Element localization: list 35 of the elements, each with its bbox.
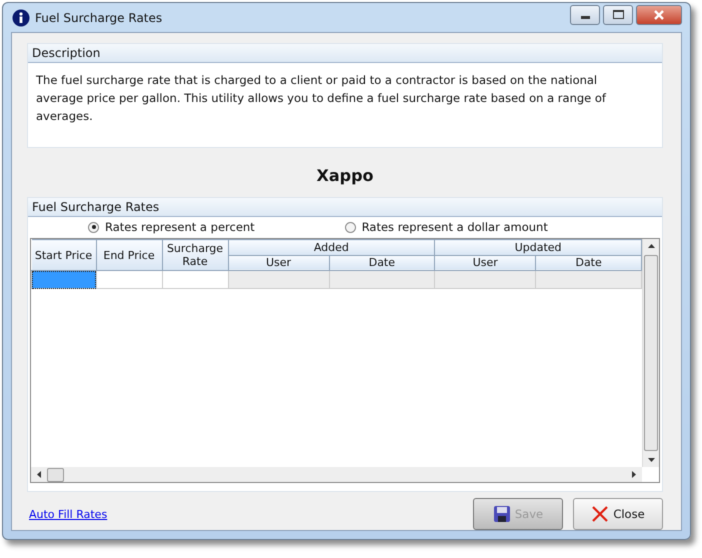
scroll-down-icon[interactable]	[648, 458, 654, 462]
info-icon	[12, 8, 30, 26]
auto-fill-link[interactable]: Auto Fill Rates	[29, 508, 108, 520]
column-header[interactable]: User	[434, 255, 536, 270]
column-header[interactable]: Updated	[434, 240, 642, 255]
scroll-up-icon[interactable]	[648, 244, 654, 248]
close-window-button[interactable]	[636, 4, 682, 24]
panel-header: Description	[28, 44, 662, 63]
column-header[interactable]: Date	[536, 255, 642, 270]
scroll-thumb[interactable]	[644, 255, 658, 451]
column-header[interactable]: Date	[329, 255, 435, 270]
x-icon	[591, 505, 610, 523]
table-cell[interactable]	[162, 270, 228, 288]
table-cell[interactable]	[96, 270, 162, 288]
scroll-left-icon[interactable]	[37, 471, 41, 478]
panel-header: Fuel Surcharge Rates	[28, 198, 662, 217]
column-header[interactable]: Added	[228, 240, 435, 255]
close-button[interactable]: Close	[573, 498, 663, 530]
minimize-button[interactable]	[570, 4, 600, 24]
radio-option[interactable]: Rates represent a dollar amount	[344, 220, 548, 234]
description-text: The fuel surcharge rate that is charged to a client or paid to a contractor is based on the national average price per gallon. This utility allows you to define a fuel surcharge rate based on a range of averages.	[35, 72, 608, 125]
table-cell[interactable]	[32, 270, 96, 288]
column-header[interactable]: User	[228, 255, 329, 270]
vertical-scrollbar[interactable]	[642, 239, 659, 467]
column-header[interactable]: Start Price	[32, 240, 96, 270]
column-header[interactable]: Surcharge Rate	[162, 240, 228, 270]
close-icon	[653, 10, 665, 20]
horizontal-scrollbar[interactable]	[31, 467, 642, 482]
window-title: Fuel Surcharge Rates	[35, 10, 162, 24]
company-name: Xappo	[315, 165, 375, 187]
column-header[interactable]: End Price	[96, 240, 162, 270]
maximize-button[interactable]	[603, 4, 633, 24]
radio-option[interactable]: Rates represent a percent	[88, 220, 255, 234]
scroll-thumb[interactable]	[47, 468, 64, 482]
scroll-right-icon[interactable]	[632, 471, 636, 478]
